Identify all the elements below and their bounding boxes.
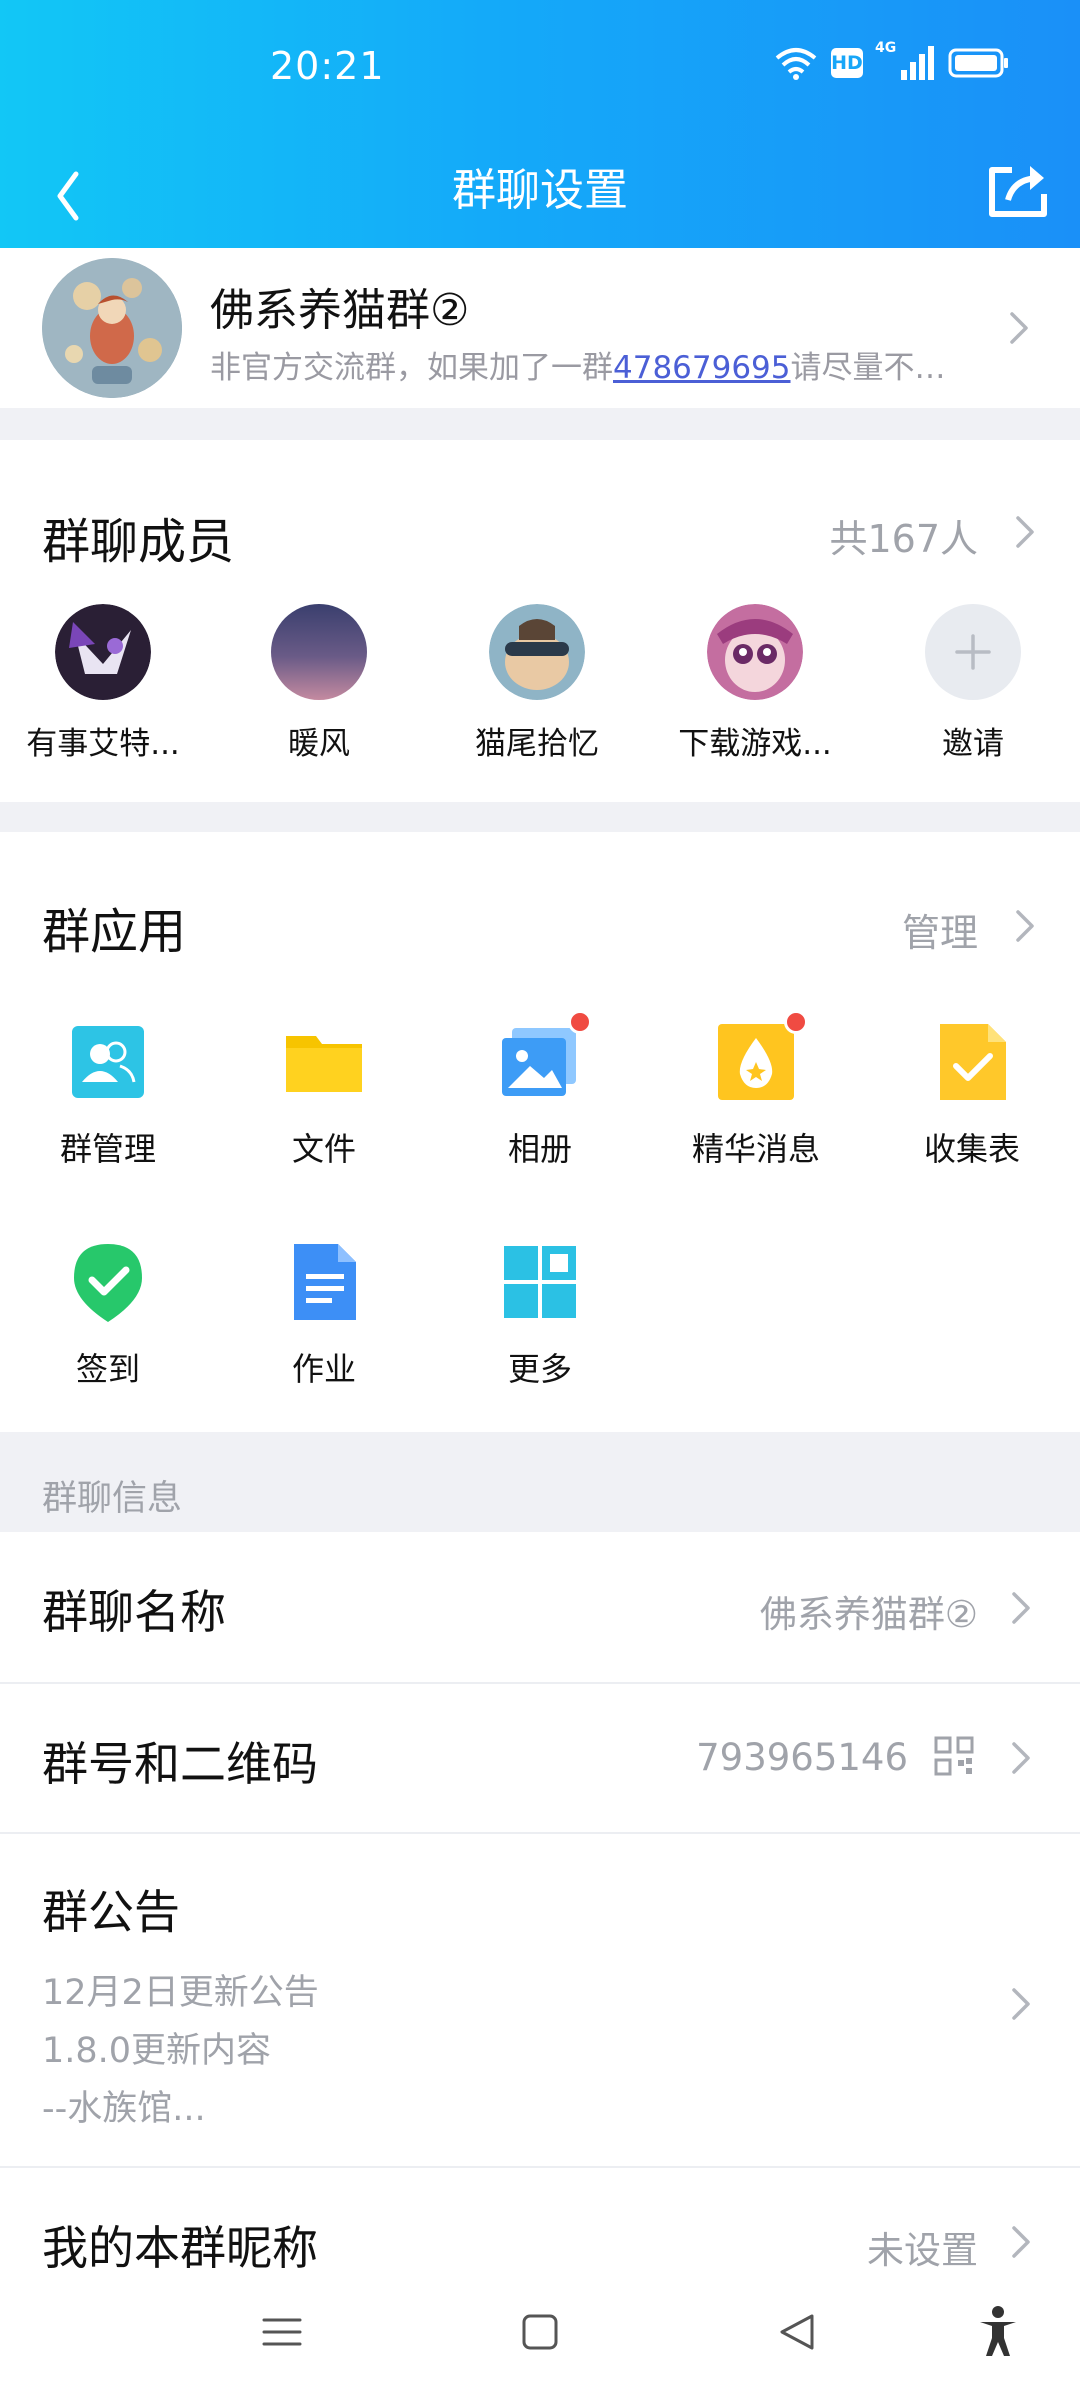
chevron-right-icon <box>1012 906 1038 946</box>
member-avatar <box>55 604 151 700</box>
member-name: 下载游戏... <box>678 726 832 762</box>
home-button[interactable] <box>510 2302 570 2362</box>
group-number-label: 群号和二维码 <box>42 1737 318 1791</box>
member-avatar <box>707 604 803 700</box>
essence-icon <box>716 1010 808 1102</box>
member-name: 有事艾特... <box>26 726 180 762</box>
notice-line: 12月2日更新公告 <box>42 1973 319 2013</box>
chevron-right-icon <box>1006 308 1032 348</box>
my-nickname-value: 未设置 <box>867 2229 978 2272</box>
group-name-label: 群聊名称 <box>42 1585 226 1639</box>
app-label: 群管理 <box>59 1130 156 1168</box>
chevron-right-icon <box>1008 2222 1034 2262</box>
check-in-icon <box>68 1242 148 1322</box>
group-name: 佛系养猫群② <box>210 285 470 336</box>
my-nickname-row[interactable]: 我的本群昵称 未设置 <box>0 2168 1080 2275</box>
signal-icon: 4G <box>875 40 934 80</box>
member-item[interactable]: 暖风 <box>224 604 414 763</box>
apps-manage[interactable]: 管理 <box>902 902 978 957</box>
member-item[interactable]: 有事艾特... <box>8 604 198 763</box>
group-number-value: 793965146 <box>696 1736 908 1779</box>
app-label: 更多 <box>507 1350 572 1388</box>
collect-form-icon <box>932 1022 1012 1102</box>
accessibility-icon <box>980 2306 1016 2356</box>
app-more[interactable]: 更多 <box>450 1242 630 1390</box>
group-manage-icon <box>68 1022 148 1102</box>
app-collect-form[interactable]: 收集表 <box>882 1022 1062 1170</box>
chevron-right-icon <box>1008 1738 1034 1778</box>
app-label: 收集表 <box>923 1130 1020 1168</box>
app-files[interactable]: 文件 <box>234 1022 414 1170</box>
chevron-right-icon <box>1008 1984 1034 2024</box>
group-description: 非官方交流群，如果加了一群478679695请尽量不要... <box>210 342 970 387</box>
app-group-manage[interactable]: 群管理 <box>18 1022 198 1170</box>
app-label: 相册 <box>507 1130 572 1168</box>
homework-icon <box>284 1242 364 1322</box>
group-desc-prefix: 非官方交流群，如果加了一群 <box>210 350 613 386</box>
app-label: 签到 <box>75 1350 140 1388</box>
menu-icon <box>262 2318 302 2346</box>
plus-icon <box>925 604 1021 700</box>
app-homework[interactable]: 作业 <box>234 1242 414 1390</box>
back-triangle-icon <box>780 2314 814 2350</box>
header: 20:21 HD 4G 群聊设置 <box>0 0 1080 248</box>
page-title: 群聊设置 <box>452 165 628 216</box>
hd-icon: HD <box>831 48 863 78</box>
group-notice-row[interactable]: 群公告 12月2日更新公告 1.8.0更新内容 --水族馆... <box>0 1834 1080 2166</box>
member-item[interactable]: 下载游戏... <box>660 604 850 763</box>
group-number-row[interactable]: 群号和二维码 793965146 <box>0 1684 1080 1832</box>
apps-title: 群应用 <box>42 904 187 960</box>
group-desc-suffix: 请尽量不要... <box>790 350 970 386</box>
group-notice-label: 群公告 <box>42 1885 180 1939</box>
group-avatar <box>42 258 182 398</box>
chevron-right-icon <box>1012 512 1038 552</box>
member-avatar <box>489 604 585 700</box>
app-album[interactable]: 相册 <box>450 1010 630 1170</box>
app-essence[interactable]: 精华消息 <box>666 1010 846 1170</box>
member-item[interactable]: 猫尾拾忆 <box>442 604 632 763</box>
notice-line: 1.8.0更新内容 <box>42 2031 272 2071</box>
folder-icon <box>284 1022 364 1102</box>
badge-dot <box>784 1010 808 1034</box>
group-name-row[interactable]: 群聊名称 佛系养猫群② <box>0 1532 1080 1682</box>
chevron-right-icon <box>1008 1588 1034 1628</box>
group-number-link[interactable]: 478679695 <box>613 350 791 386</box>
nav-bar: 群聊设置 <box>0 130 1080 248</box>
app-label: 文件 <box>291 1130 356 1168</box>
accessibility-button[interactable] <box>968 2302 1028 2362</box>
system-nav-bar <box>0 2272 1080 2400</box>
member-avatar <box>271 604 367 700</box>
share-icon <box>989 166 1047 217</box>
notice-line: --水族馆... <box>42 2089 206 2129</box>
app-label: 作业 <box>291 1350 356 1388</box>
qr-code-icon <box>934 1736 974 1776</box>
info-section-label: 群聊信息 <box>42 1479 183 1519</box>
members-title: 群聊成员 <box>42 514 235 570</box>
back-nav-button[interactable] <box>768 2302 828 2362</box>
status-icons: HD 4G <box>775 40 1010 80</box>
group-apps-section: 群应用 管理 群管理 文件 相册 精华消息 收集表 签到 作业 更多 <box>0 832 1080 1432</box>
invite-label: 邀请 <box>942 726 1004 762</box>
home-square-icon <box>522 2314 558 2350</box>
my-nickname-label: 我的本群昵称 <box>42 2221 318 2275</box>
app-check-in[interactable]: 签到 <box>18 1242 198 1390</box>
invite-button[interactable]: 邀请 <box>878 604 1068 763</box>
status-time: 20:21 <box>270 44 385 88</box>
members-section: 群聊成员 共167人 有事艾特... 暖风 猫尾拾忆 下载游戏... 邀请 <box>0 440 1080 802</box>
status-bar: 20:21 HD 4G <box>0 0 1080 130</box>
member-name: 猫尾拾忆 <box>475 726 599 762</box>
wifi-icon <box>775 48 817 80</box>
menu-button[interactable] <box>252 2302 312 2362</box>
app-label: 精华消息 <box>691 1130 820 1168</box>
badge-dot <box>568 1010 592 1034</box>
more-icon <box>500 1242 580 1322</box>
battery-icon <box>948 48 1008 78</box>
album-icon <box>500 1010 592 1102</box>
signal-label: 4G <box>875 40 897 56</box>
group-name-value: 佛系养猫群② <box>759 1593 978 1636</box>
share-button[interactable] <box>978 148 1058 228</box>
members-count[interactable]: 共167人 <box>829 508 978 563</box>
group-profile-card[interactable]: 佛系养猫群② 非官方交流群，如果加了一群478679695请尽量不要... <box>0 248 1080 408</box>
member-name: 暖风 <box>288 726 350 762</box>
